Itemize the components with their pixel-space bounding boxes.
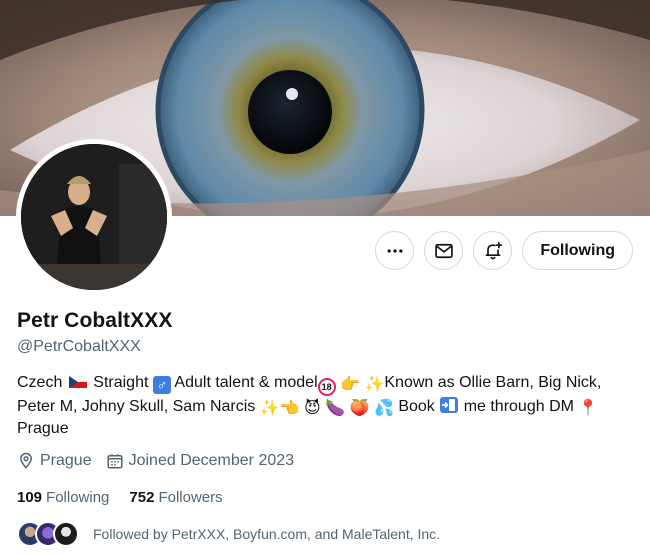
round-pushpin-icon: 📍: [578, 400, 599, 417]
bio-city: Prague: [17, 420, 69, 437]
czech-flag-icon: [68, 376, 87, 388]
followers-count-link[interactable]: 752 Followers: [129, 489, 222, 506]
followed-by-avatars: [17, 521, 79, 547]
eggplant-icon: 🍆: [325, 400, 346, 417]
bio-known: Known as Ollie Barn, Big: [384, 374, 562, 391]
location: Prague: [17, 452, 92, 470]
bell-plus-icon: [485, 241, 503, 259]
following-button[interactable]: Following: [522, 231, 633, 270]
follower-avatar: [53, 521, 79, 547]
user-handle: @PetrCobaltXXX: [17, 338, 141, 355]
following-count: 109: [17, 489, 43, 506]
profile-actions: Following: [375, 231, 633, 270]
profile-meta: Prague Joined December 2023: [17, 452, 294, 470]
followed-by-text: Followed by PetrXXX, Boyfun.com, and Mal…: [93, 526, 441, 542]
pointing-hand-icon: 👈: [279, 400, 300, 417]
sparkles-icon: ✨: [259, 400, 280, 417]
follow-counts: 109 Following 752 Followers: [17, 489, 223, 506]
pointing-hand-icon: 👉: [340, 376, 360, 393]
avatar-frame[interactable]: [16, 139, 172, 295]
more-button[interactable]: [375, 231, 415, 270]
display-name: Petr CobaltXXX: [17, 309, 173, 332]
bio-book: Book: [398, 398, 435, 415]
followers-count: 752: [129, 489, 155, 506]
avatar-photo: [21, 144, 167, 290]
profile-bio: Czech Straight ♂ Adult talent & model 18 …: [17, 372, 632, 440]
phone-arrow-icon: [440, 397, 459, 413]
following-label: Following: [46, 489, 110, 506]
smiling-devil-icon: 😈: [304, 400, 321, 417]
no-under-18-icon: 18: [317, 378, 336, 396]
following-count-link[interactable]: 109 Following: [17, 489, 109, 506]
peach-icon: 🍑: [349, 400, 370, 417]
male-sign-icon: ♂: [152, 376, 171, 394]
bio-dm: DM: [549, 398, 574, 415]
join-date: Joined December 2023: [106, 452, 294, 470]
calendar-icon: [107, 454, 123, 469]
join-date-text: Joined December 2023: [128, 452, 295, 469]
sparkles-icon: ✨: [364, 376, 385, 393]
message-button[interactable]: [424, 231, 464, 270]
sweat-droplets-icon: 💦: [373, 400, 394, 417]
avatar: [21, 144, 167, 290]
bio-adult: Adult talent & model: [174, 374, 318, 391]
bio-me: me through: [463, 398, 545, 415]
followers-label: Followers: [158, 489, 223, 506]
more-horizontal-icon: [387, 248, 403, 253]
location-pin-icon: [19, 452, 33, 469]
bio-straight: Straight: [93, 374, 149, 391]
bio-czech: Czech: [17, 374, 63, 391]
location-text: Prague: [40, 452, 92, 469]
notify-button[interactable]: [473, 231, 513, 270]
envelope-icon: [435, 243, 453, 258]
followed-by[interactable]: Followed by PetrXXX, Boyfun.com, and Mal…: [17, 521, 440, 547]
